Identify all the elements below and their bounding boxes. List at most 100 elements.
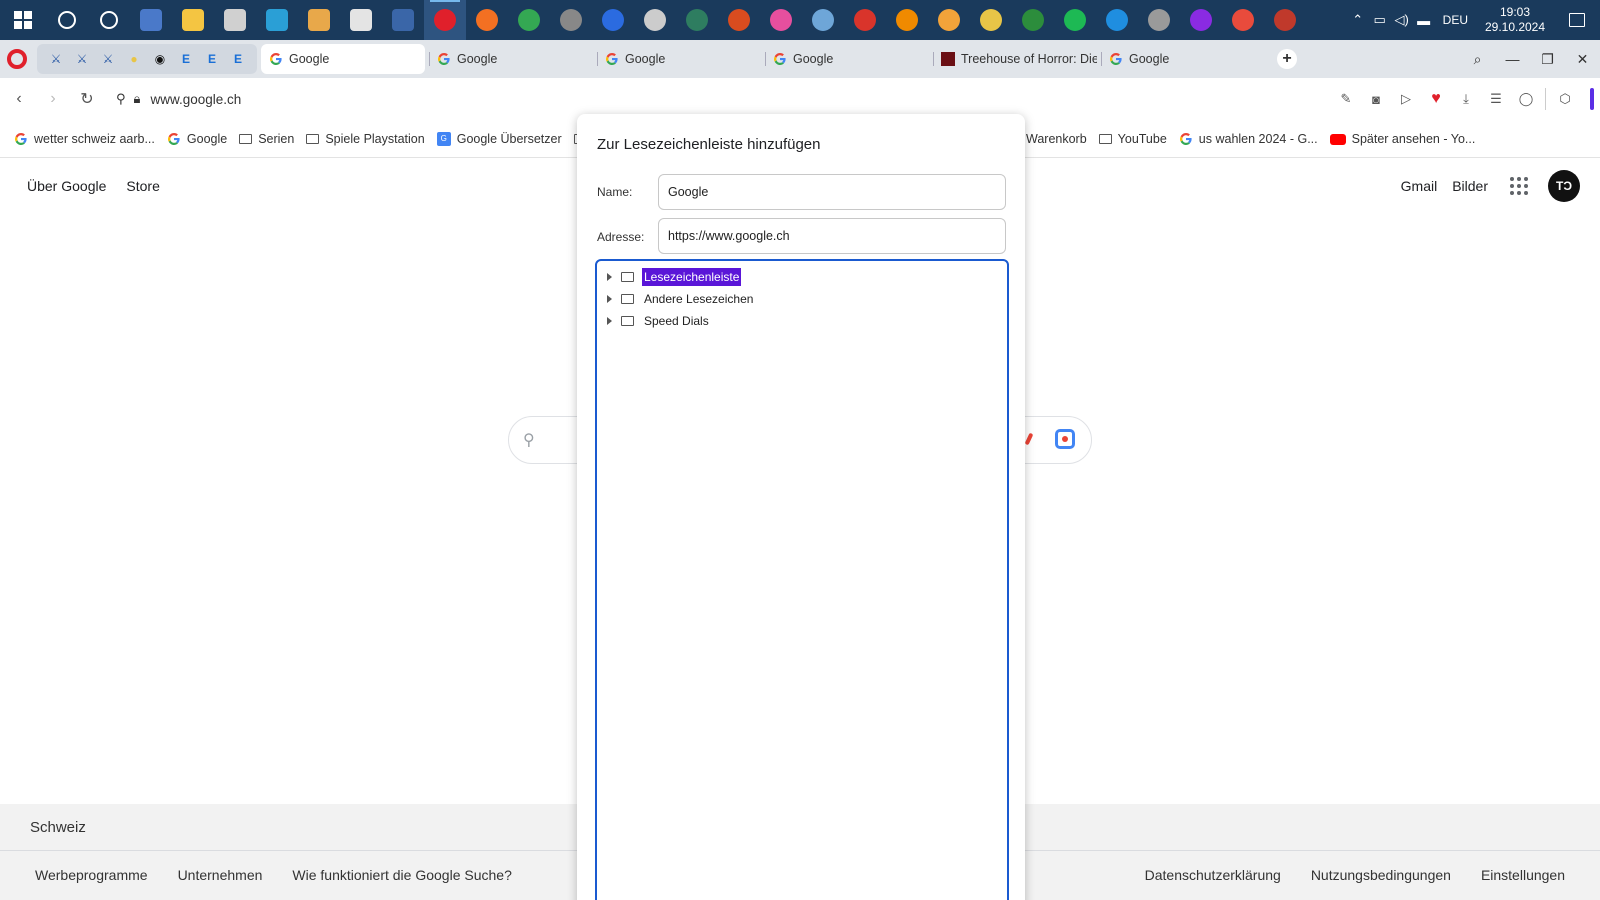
battery-icon[interactable]: ▬: [1413, 13, 1435, 28]
close-window-button[interactable]: ✕: [1565, 40, 1600, 78]
camera-icon[interactable]: ◙: [1361, 84, 1391, 114]
voice-search-icon[interactable]: [1024, 432, 1034, 446]
taskbar-app-button[interactable]: [970, 0, 1012, 40]
browser-tab[interactable]: Google: [597, 44, 761, 74]
bookmark-name-input[interactable]: [658, 174, 1006, 210]
edit-icon[interactable]: ✎: [1331, 84, 1361, 114]
link-about-google[interactable]: Über Google: [27, 178, 106, 194]
taskbar-app-button[interactable]: [130, 0, 172, 40]
lock-icon[interactable]: 🔒︎: [134, 91, 141, 107]
forward-button[interactable]: ›: [36, 82, 70, 116]
taskbar-app-button[interactable]: [718, 0, 760, 40]
profile-icon[interactable]: ◯: [1511, 84, 1541, 114]
avatar[interactable]: TƆ: [1548, 170, 1580, 202]
bookmark-address-input[interactable]: [658, 218, 1006, 254]
folder-tree-item[interactable]: Andere Lesezeichen: [597, 288, 1007, 310]
pinned-tab-icon[interactable]: ⚔: [100, 51, 116, 67]
bookmark-item[interactable]: Spiele Playstation: [300, 132, 430, 146]
minimize-button[interactable]: —: [1495, 40, 1530, 78]
expand-arrow-icon[interactable]: [607, 295, 612, 303]
reload-button[interactable]: ↻: [70, 82, 104, 116]
taskbar-app-button[interactable]: [88, 0, 130, 40]
footer-link-settings[interactable]: Einstellungen: [1481, 867, 1565, 883]
taskbar-app-button[interactable]: [844, 0, 886, 40]
browser-tab[interactable]: Google: [261, 44, 425, 74]
bookmark-item[interactable]: Serien: [233, 132, 300, 146]
taskbar-app-button[interactable]: [1222, 0, 1264, 40]
link-store[interactable]: Store: [126, 178, 159, 194]
taskbar-app-button[interactable]: [172, 0, 214, 40]
taskbar-app-button[interactable]: [592, 0, 634, 40]
bookmark-item[interactable]: Später ansehen - Yo...: [1324, 132, 1482, 146]
folder-tree-item[interactable]: Speed Dials: [597, 310, 1007, 332]
footer-link-privacy[interactable]: Datenschutzerklärung: [1145, 867, 1281, 883]
taskbar-app-button[interactable]: [1138, 0, 1180, 40]
folder-tree-item[interactable]: Lesezeichenleiste: [597, 266, 1007, 288]
bookmark-item[interactable]: YouTube: [1093, 132, 1173, 146]
pinned-tab-icon[interactable]: ⚔: [48, 51, 64, 67]
notification-center-button[interactable]: [1554, 13, 1600, 27]
footer-link-advertising[interactable]: Werbeprogramme: [35, 867, 148, 883]
bookmark-item[interactable]: us wahlen 2024 - G...: [1173, 132, 1324, 146]
taskbar-app-button[interactable]: [1054, 0, 1096, 40]
taskbar-app-button[interactable]: [1012, 0, 1054, 40]
browser-tab[interactable]: Google: [1101, 44, 1265, 74]
taskbar-app-button[interactable]: [508, 0, 550, 40]
new-tab-button[interactable]: +: [1277, 49, 1297, 69]
taskbar-app-button[interactable]: [382, 0, 424, 40]
bookmark-item[interactable]: Warenkorb: [1020, 132, 1093, 146]
taskbar-app-button[interactable]: [1264, 0, 1306, 40]
expand-arrow-icon[interactable]: [607, 317, 612, 325]
bookmark-item[interactable]: Google: [161, 132, 233, 146]
taskbar-app-button[interactable]: [1180, 0, 1222, 40]
taskbar-app-button[interactable]: [928, 0, 970, 40]
taskbar-app-button[interactable]: [214, 0, 256, 40]
chevron-up-icon[interactable]: ⌃: [1347, 12, 1369, 28]
bookmark-item[interactable]: G Google Übersetzer: [431, 131, 568, 146]
footer-link-how-search-works[interactable]: Wie funktioniert die Google Suche?: [292, 867, 511, 883]
start-button[interactable]: [0, 0, 46, 40]
footer-link-terms[interactable]: Nutzungsbedingungen: [1311, 867, 1451, 883]
pinned-tab-icon[interactable]: E: [178, 51, 194, 67]
link-gmail[interactable]: Gmail: [1401, 178, 1438, 194]
tab-search-icon[interactable]: ⌕: [1460, 40, 1495, 78]
taskbar-app-button[interactable]: [886, 0, 928, 40]
browser-tab[interactable]: Google: [765, 44, 929, 74]
taskbar-app-button[interactable]: [550, 0, 592, 40]
opera-menu-icon[interactable]: [7, 49, 27, 69]
taskbar-app-button[interactable]: [340, 0, 382, 40]
taskbar-app-button[interactable]: [298, 0, 340, 40]
google-apps-icon[interactable]: [1510, 177, 1528, 195]
pinned-tab-icon[interactable]: E: [204, 51, 220, 67]
expand-arrow-icon[interactable]: [607, 273, 612, 281]
folder-tree[interactable]: Lesezeichenleiste Andere Lesezeichen Speed…: [595, 259, 1009, 900]
pinned-tab-icon[interactable]: ◉: [152, 51, 168, 67]
taskbar-app-button[interactable]: [1096, 0, 1138, 40]
taskbar-app-button[interactable]: [634, 0, 676, 40]
volume-icon[interactable]: ◁): [1391, 12, 1413, 28]
location-pin-icon[interactable]: ⚲: [116, 91, 126, 107]
pinned-tab-icon[interactable]: ●: [126, 51, 142, 67]
taskbar-app-button[interactable]: [46, 0, 88, 40]
easy-setup-icon[interactable]: ☰: [1481, 84, 1511, 114]
bookmark-heart-icon[interactable]: ♥: [1421, 84, 1451, 114]
extensions-cube-icon[interactable]: ⬡: [1550, 84, 1580, 114]
pinned-tab-icon[interactable]: E: [230, 51, 246, 67]
bookmark-item[interactable]: wetter schweiz aarb...: [8, 132, 161, 146]
footer-link-business[interactable]: Unternehmen: [178, 867, 263, 883]
taskbar-app-button[interactable]: [760, 0, 802, 40]
language-indicator[interactable]: DEU: [1435, 13, 1476, 27]
taskbar-app-button[interactable]: [466, 0, 508, 40]
sidebar-toggle[interactable]: [1590, 88, 1594, 110]
pinned-tab-icon[interactable]: ⚔: [74, 51, 90, 67]
download-icon[interactable]: ⤓: [1451, 84, 1481, 114]
restore-button[interactable]: ❐: [1530, 40, 1565, 78]
browser-tab[interactable]: Treehouse of Horror: Die S: [933, 44, 1097, 74]
taskbar-app-button[interactable]: [256, 0, 298, 40]
network-icon[interactable]: ▭: [1369, 12, 1391, 28]
back-button[interactable]: ‹: [2, 82, 36, 116]
url-field[interactable]: www.google.ch: [150, 92, 241, 107]
play-icon[interactable]: ▷: [1391, 84, 1421, 114]
taskbar-app-button[interactable]: [424, 0, 466, 40]
clock[interactable]: 19:03 29.10.2024: [1476, 5, 1554, 35]
